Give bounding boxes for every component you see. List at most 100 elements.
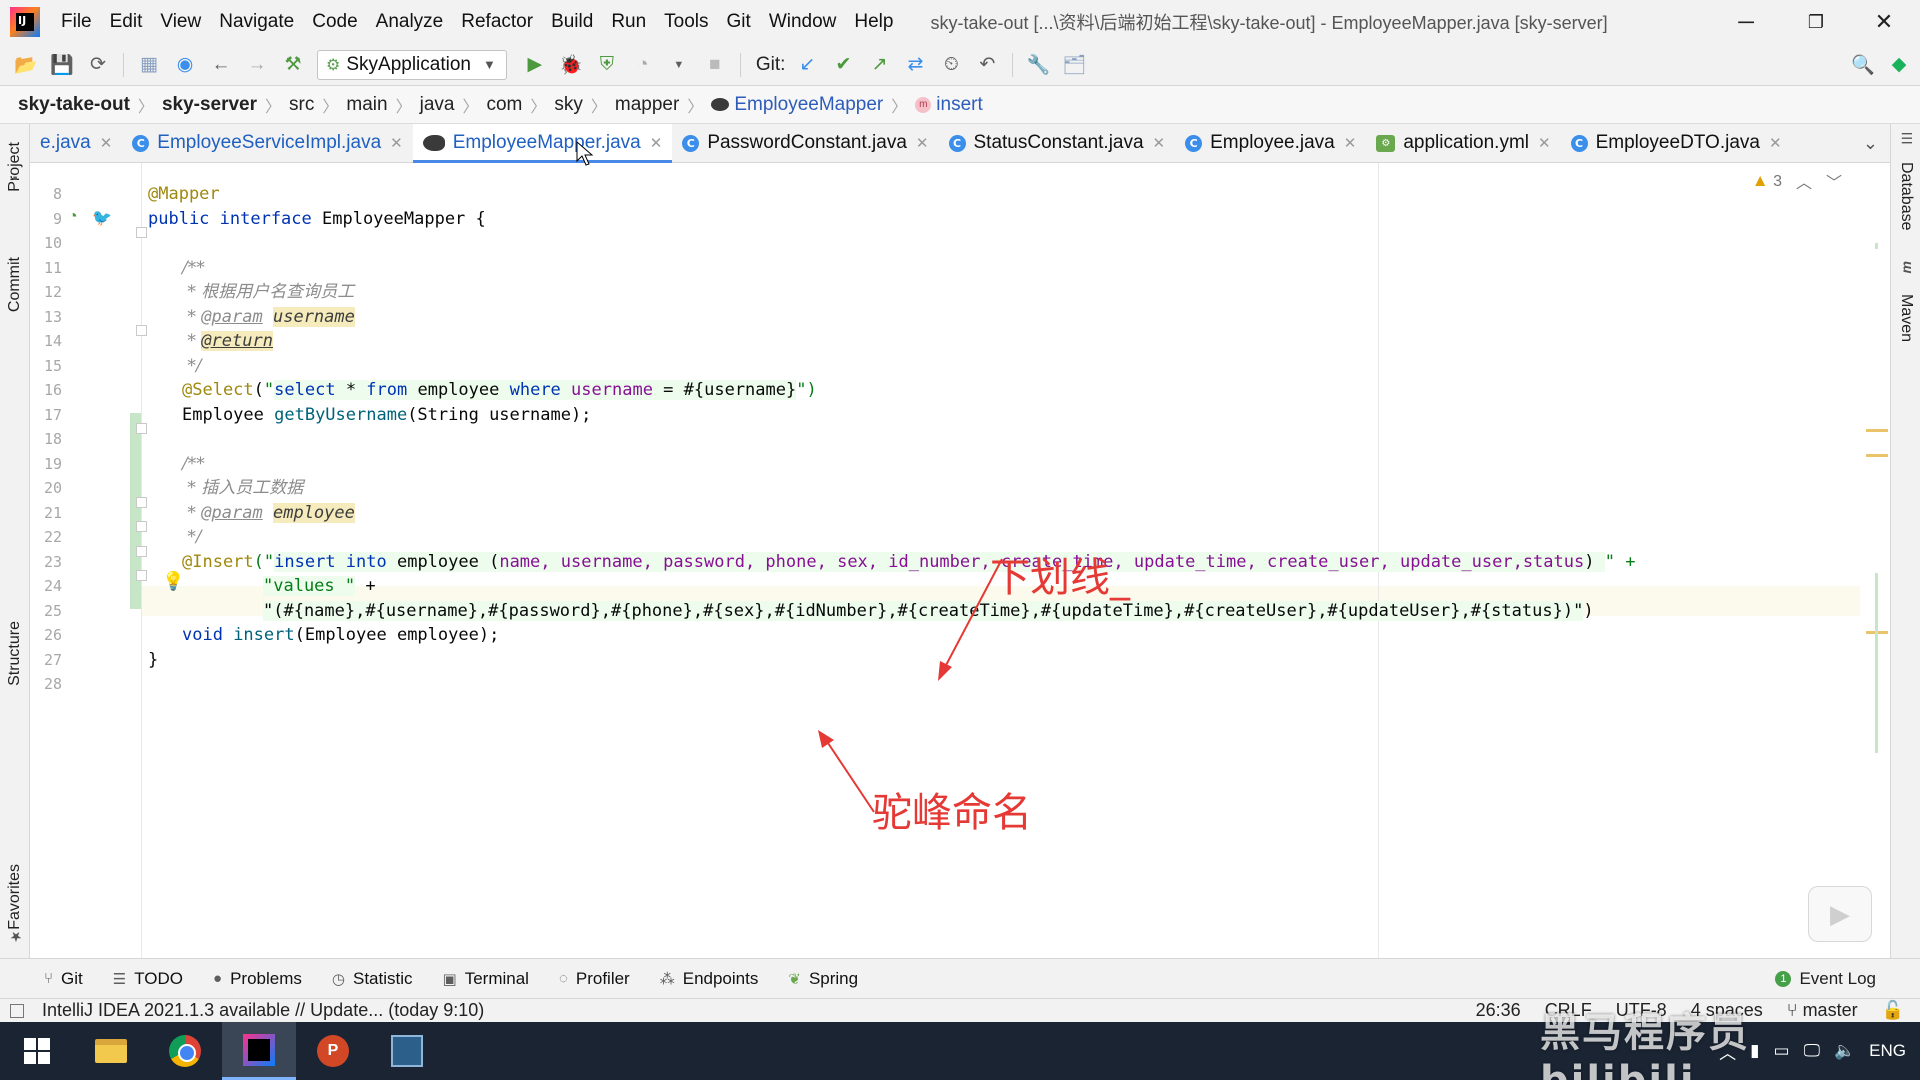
network-icon[interactable]: 🖵: [1804, 1041, 1820, 1061]
inspection-widget[interactable]: ▲ 3 ︿ ﹀: [1752, 169, 1842, 193]
tabs-overflow-chevron-icon[interactable]: ⌄: [1863, 133, 1878, 154]
tool-window-structure[interactable]: Structure: [0, 598, 30, 708]
lock-icon[interactable]: 🔓: [1882, 1000, 1904, 1021]
taskbar-file-explorer[interactable]: [74, 1022, 148, 1080]
mybatis-navigate-icon[interactable]: 🐦: [92, 208, 112, 228]
sync-icon[interactable]: ⟳: [85, 52, 111, 78]
project-structure-icon[interactable]: ▦: [136, 52, 162, 78]
coverage-icon[interactable]: ⛨: [594, 52, 620, 78]
breadcrumb-item-module[interactable]: sky-server: [162, 94, 257, 116]
save-all-icon[interactable]: 💾: [49, 52, 75, 78]
project-structure-folder-icon[interactable]: 🗂: [1061, 52, 1087, 78]
settings-wrench-icon[interactable]: 🔧: [1025, 52, 1051, 78]
tool-window-statistic[interactable]: ◷ Statistic: [332, 969, 413, 989]
tool-window-problems[interactable]: ● Problems: [213, 969, 302, 989]
warning-stripe-marker[interactable]: [1866, 429, 1888, 432]
menu-analyze[interactable]: Analyze: [367, 11, 453, 33]
menu-code[interactable]: Code: [303, 11, 366, 33]
menu-help[interactable]: Help: [845, 11, 902, 33]
close-button[interactable]: ✕: [1848, 0, 1920, 44]
tab-application-yml[interactable]: ⚙ application.yml ✕: [1366, 124, 1560, 163]
close-icon[interactable]: ✕: [916, 134, 929, 152]
menu-view[interactable]: View: [151, 11, 210, 33]
usb-icon[interactable]: ▮: [1750, 1041, 1759, 1061]
breadcrumb-item-main[interactable]: main: [346, 94, 387, 116]
indent-setting[interactable]: 4 spaces: [1691, 1000, 1763, 1021]
git-history-icon[interactable]: ⏲: [938, 52, 964, 78]
code-editor[interactable]: 8 9 10 11 12 13 14 15 16 17 18 19 20 21 …: [30, 141, 1890, 958]
forward-icon[interactable]: →: [244, 52, 270, 78]
taskbar-workbench[interactable]: [370, 1022, 444, 1080]
breadcrumb-item-java[interactable]: java: [420, 94, 455, 116]
implemented-icon[interactable]: ◔: [68, 208, 78, 226]
file-encoding[interactable]: UTF-8: [1616, 1000, 1667, 1021]
breadcrumb-item-method[interactable]: insert: [936, 94, 982, 116]
chevron-up-icon[interactable]: ︿: [1796, 169, 1812, 193]
tab-employee-service-impl[interactable]: C EmployeeServiceImpl.java ✕: [122, 124, 412, 163]
tool-window-git[interactable]: ⑂ Git: [44, 969, 83, 989]
git-compare-icon[interactable]: ⇄: [902, 52, 928, 78]
close-icon[interactable]: ✕: [1769, 134, 1782, 152]
tool-window-commit[interactable]: Commit: [0, 240, 30, 330]
menu-navigate[interactable]: Navigate: [210, 11, 303, 33]
menu-git[interactable]: Git: [718, 11, 760, 33]
close-icon[interactable]: ✕: [1344, 134, 1357, 152]
menu-edit[interactable]: Edit: [101, 11, 152, 33]
caret-position[interactable]: 26:36: [1476, 1000, 1521, 1021]
debug-icon[interactable]: 🐞: [558, 52, 584, 78]
jetbrains-toolbox-icon[interactable]: ◆: [1886, 52, 1912, 78]
breadcrumb-item-src[interactable]: src: [289, 94, 314, 116]
breadcrumb-item-project[interactable]: sky-take-out: [18, 94, 130, 116]
breadcrumb-item-com[interactable]: com: [486, 94, 522, 116]
close-icon[interactable]: ✕: [100, 134, 113, 152]
tool-window-spring[interactable]: ❦ Spring: [788, 969, 858, 989]
video-play-overlay-icon[interactable]: ▶: [1808, 886, 1872, 942]
tool-window-terminal[interactable]: ▣ Terminal: [443, 969, 529, 989]
close-icon[interactable]: ✕: [390, 134, 403, 152]
input-language[interactable]: ENG: [1869, 1041, 1906, 1061]
close-icon[interactable]: ✕: [1153, 134, 1166, 152]
warning-stripe-marker[interactable]: [1866, 454, 1888, 457]
stop-icon[interactable]: ■: [702, 52, 728, 78]
fold-toggle-icon[interactable]: [136, 497, 147, 508]
tool-window-endpoints[interactable]: ⁂ Endpoints: [660, 969, 759, 989]
minimize-button[interactable]: ─: [1710, 0, 1782, 44]
line-separator[interactable]: CRLF: [1545, 1000, 1592, 1021]
intellij-logo-icon[interactable]: IJ: [10, 7, 40, 37]
tool-window-profiler[interactable]: ◌ Profiler: [559, 969, 630, 989]
taskbar-chrome[interactable]: [148, 1022, 222, 1080]
tab-employee[interactable]: C Employee.java ✕: [1175, 124, 1366, 163]
tab-employee-mapper[interactable]: EmployeeMapper.java ✕: [412, 123, 673, 164]
profile-icon[interactable]: ◔: [630, 52, 656, 78]
chevron-down-icon[interactable]: ﹀: [1826, 169, 1842, 193]
change-stripe-marker[interactable]: [1875, 573, 1878, 753]
battery-icon[interactable]: ▭: [1774, 1041, 1790, 1061]
taskbar-intellij[interactable]: [222, 1022, 296, 1080]
search-icon[interactable]: 🔍: [1850, 52, 1876, 78]
back-icon[interactable]: ←: [208, 52, 234, 78]
fold-toggle-icon[interactable]: [136, 325, 147, 336]
start-button[interactable]: [0, 1022, 74, 1080]
fold-toggle-icon[interactable]: [136, 570, 147, 581]
run-icon[interactable]: ▶: [522, 52, 548, 78]
breadcrumb-item-mapper[interactable]: mapper: [615, 94, 679, 116]
tool-window-database[interactable]: Database: [1891, 148, 1920, 244]
volume-icon[interactable]: 🔈: [1834, 1041, 1855, 1061]
close-icon[interactable]: ✕: [650, 134, 663, 152]
status-message[interactable]: IntelliJ IDEA 2021.1.3 available // Upda…: [42, 1000, 484, 1021]
git-update-icon[interactable]: ↙: [794, 52, 820, 78]
tool-window-event-log[interactable]: 1 Event Log: [1775, 969, 1876, 989]
menu-tools[interactable]: Tools: [655, 11, 717, 33]
tab-status-constant[interactable]: C StatusConstant.java ✕: [939, 124, 1176, 163]
menu-build[interactable]: Build: [542, 11, 602, 33]
menu-window[interactable]: Window: [760, 11, 846, 33]
taskbar-powerpoint[interactable]: P: [296, 1022, 370, 1080]
breadcrumb-item-class[interactable]: EmployeeMapper: [734, 94, 883, 116]
fold-toggle-icon[interactable]: [136, 423, 147, 434]
menu-file[interactable]: File: [52, 11, 101, 33]
tab-file-e-java[interactable]: e.java ✕: [30, 124, 122, 163]
menu-run[interactable]: Run: [602, 11, 655, 33]
build-hammer-icon[interactable]: ⚒: [280, 52, 306, 78]
run-configuration-selector[interactable]: ⚙ SkyApplication ▼: [317, 49, 507, 80]
fold-toggle-icon[interactable]: [136, 521, 147, 532]
